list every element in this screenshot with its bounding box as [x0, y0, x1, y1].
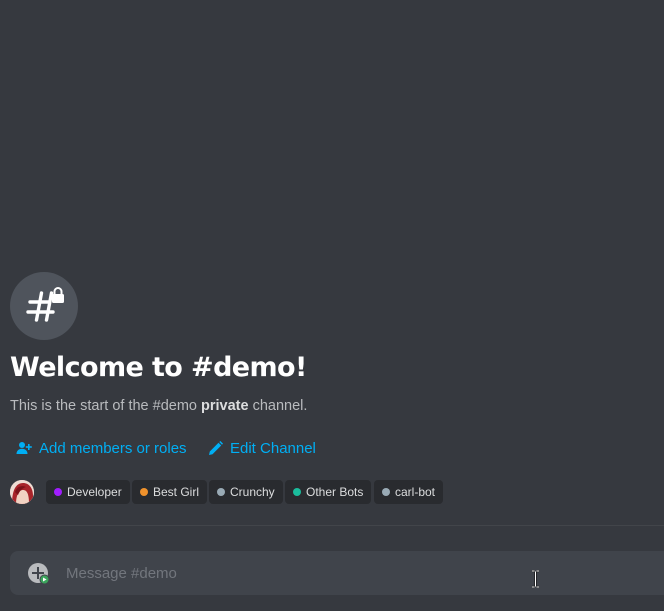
description-bold: private	[201, 398, 249, 414]
role-label: carl-bot	[395, 485, 436, 499]
channel-welcome-view: Welcome to #demo! This is the start of t…	[0, 0, 664, 611]
role-pill-developer[interactable]: Developer	[46, 480, 130, 504]
role-color-dot	[293, 488, 301, 496]
role-color-dot	[140, 488, 148, 496]
add-members-label: Add members or roles	[39, 439, 187, 457]
role-pill-other-bots[interactable]: Other Bots	[285, 480, 372, 504]
pencil-icon	[209, 440, 223, 455]
role-label: Developer	[67, 485, 122, 499]
plus-circle-icon	[28, 563, 50, 585]
divider	[10, 525, 664, 526]
role-label: Other Bots	[306, 485, 364, 499]
description-suffix: channel.	[248, 398, 308, 414]
add-members-button[interactable]: Add members or roles	[16, 437, 187, 459]
edit-channel-label: Edit Channel	[230, 439, 316, 457]
role-label: Best Girl	[153, 485, 200, 499]
role-color-dot	[382, 488, 390, 496]
page-title: Welcome to #demo!	[10, 352, 307, 383]
role-color-dot	[217, 488, 225, 496]
attach-button[interactable]	[27, 562, 51, 586]
avatar[interactable]	[10, 480, 34, 504]
message-input[interactable]	[66, 551, 646, 595]
channel-start-description: This is the start of the #demo private c…	[10, 397, 307, 415]
add-members-icon	[16, 442, 32, 454]
role-pill-crunchy[interactable]: Crunchy	[209, 480, 283, 504]
role-color-dot	[54, 488, 62, 496]
role-label: Crunchy	[230, 485, 275, 499]
message-composer	[10, 551, 664, 595]
hashtag-lock-icon	[10, 272, 78, 340]
role-pill-carl-bot[interactable]: carl-bot	[374, 480, 444, 504]
description-prefix: This is the start of the #demo	[10, 398, 202, 414]
role-pill-best-girl[interactable]: Best Girl	[132, 480, 208, 504]
edit-channel-button[interactable]: Edit Channel	[208, 437, 316, 459]
text-cursor-icon	[532, 570, 539, 588]
